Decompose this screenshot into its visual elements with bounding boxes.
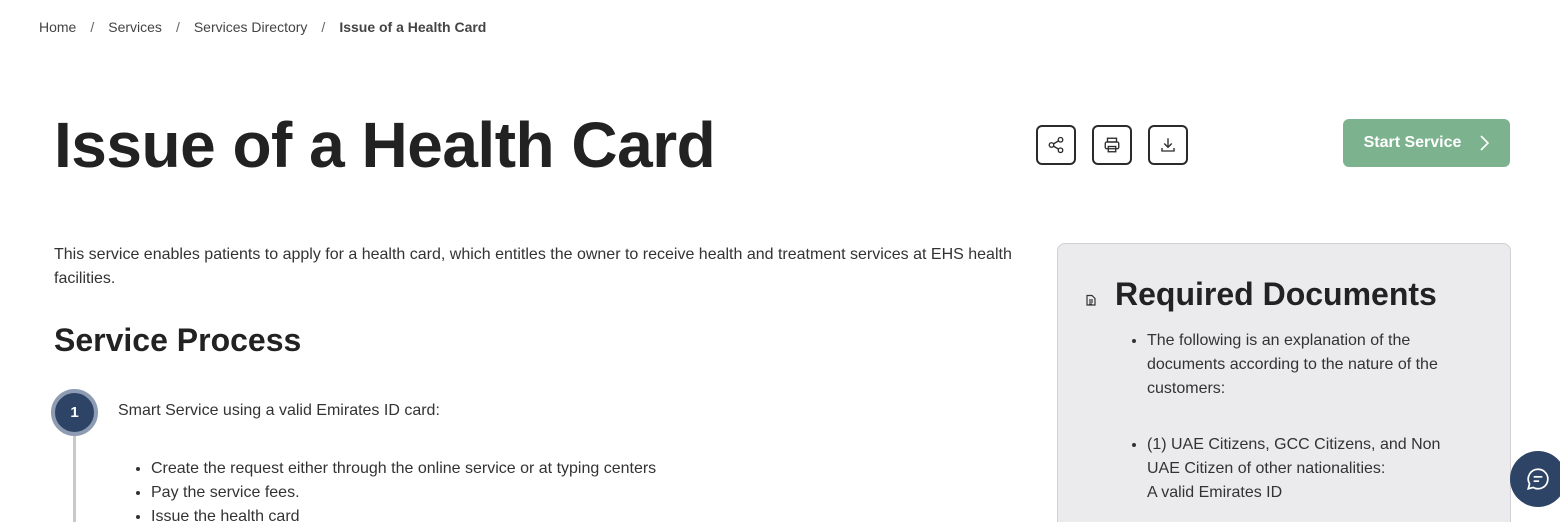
document-icon (1086, 294, 1096, 306)
step-connector (73, 436, 76, 522)
breadcrumb: Home / Services / Services Directory / I… (39, 19, 486, 35)
list-item: Create the request either through the on… (151, 457, 656, 481)
start-service-button[interactable]: Start Service (1343, 119, 1510, 167)
service-process-title: Service Process (54, 322, 302, 358)
document-requirement: A valid Emirates ID (1147, 484, 1283, 501)
chat-button[interactable] (1510, 451, 1560, 507)
download-icon (1161, 138, 1175, 152)
share-icon (1048, 136, 1064, 154)
share-button[interactable] (1036, 125, 1076, 165)
start-service-label: Start Service (1363, 134, 1462, 151)
list-item: Pay the service fees. (151, 481, 656, 505)
step-number-badge: 1 (51, 389, 98, 436)
chevron-right-icon (1479, 135, 1490, 151)
breadcrumb-services[interactable]: Services (108, 19, 162, 35)
download-button[interactable] (1148, 125, 1188, 165)
required-documents-list: The following is an explanation of the d… (1147, 329, 1477, 505)
breadcrumb-separator: / (175, 19, 180, 35)
list-item: Issue the health card (151, 505, 656, 522)
breadcrumb-separator: / (321, 19, 326, 35)
step-description: Smart Service using a valid Emirates ID … (118, 402, 440, 419)
required-documents-title: Required Documents (1115, 276, 1437, 312)
service-description: This service enables patients to apply f… (54, 246, 1012, 287)
list-item: The following is an explanation of the d… (1147, 329, 1477, 401)
breadcrumb-separator: / (90, 19, 95, 35)
list-item: (1) UAE Citizens, GCC Citizens, and Non … (1147, 433, 1477, 505)
document-group-title: (1) UAE Citizens, GCC Citizens, and Non … (1147, 436, 1441, 477)
print-button[interactable] (1092, 125, 1132, 165)
breadcrumb-home[interactable]: Home (39, 19, 76, 35)
breadcrumb-current: Issue of a Health Card (339, 19, 487, 35)
chat-icon (1527, 468, 1549, 490)
step-items: Create the request either through the on… (151, 457, 656, 522)
printer-icon (1104, 137, 1120, 153)
breadcrumb-services-directory[interactable]: Services Directory (194, 19, 308, 35)
page-title: Issue of a Health Card (54, 109, 716, 181)
